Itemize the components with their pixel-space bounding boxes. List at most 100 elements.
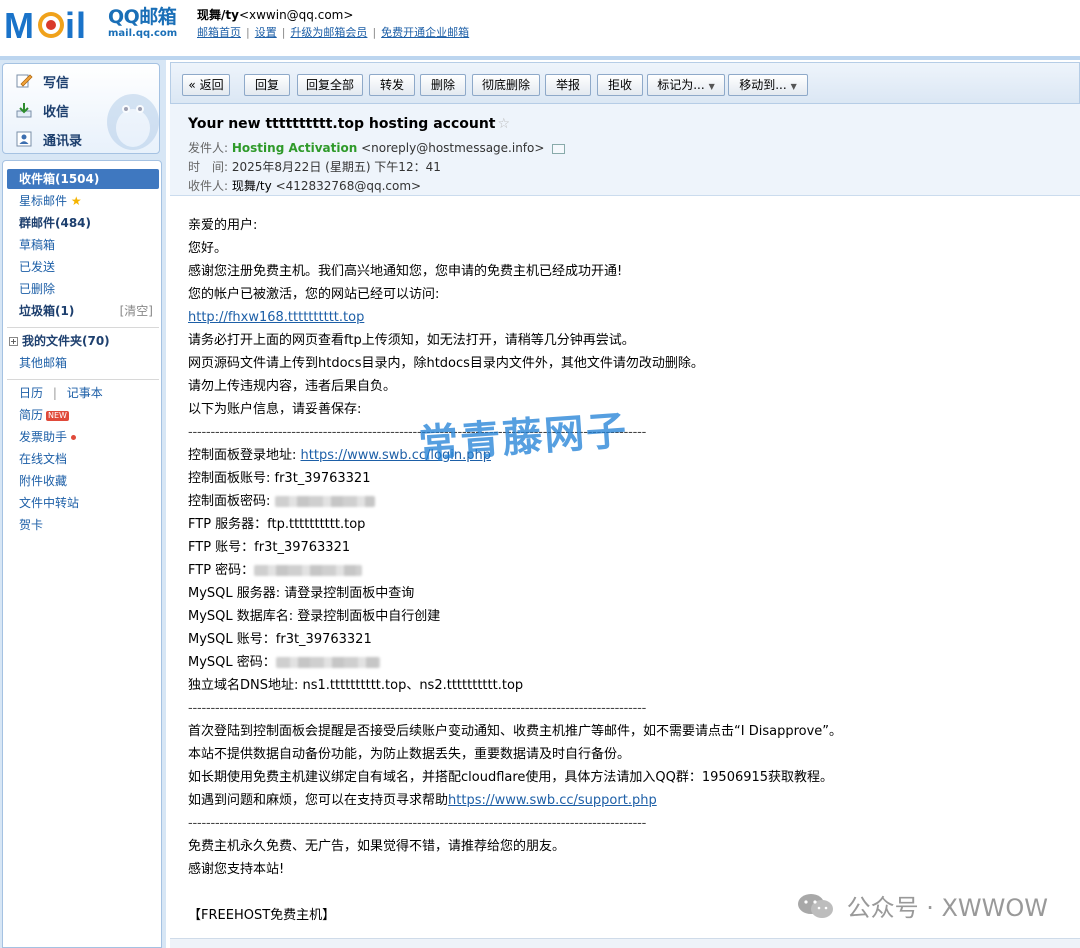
tool-resume[interactable]: 简历 NEW — [7, 405, 159, 425]
chevron-down-icon: ▼ — [790, 82, 797, 91]
mail-view: « 返回 回复 回复全部 转发 删除 彻底删除 举报 拒收 标记为... ▼ 移动… — [170, 62, 1080, 948]
support-link[interactable]: https://www.swb.cc/support.php — [448, 793, 657, 808]
note-support-row: 如遇到问题和麻烦，您可以在支持页寻求帮助https://www.swb.cc/s… — [188, 789, 1068, 812]
mark-as-dropdown[interactable]: 标记为... ▼ — [647, 74, 725, 96]
separator-line: ----------------------------------------… — [188, 701, 647, 716]
compose-button[interactable]: 写信 — [15, 70, 69, 92]
contacts-label: 通讯录 — [43, 133, 83, 149]
folder-inbox[interactable]: 收件箱(1504) — [7, 169, 159, 189]
time-value: 2025年8月22日 (星期五) 下午12：41 — [231, 160, 441, 174]
reject-button[interactable]: 拒收 — [597, 74, 643, 96]
link-settings[interactable]: 设置 — [255, 26, 277, 39]
notification-dot — [71, 435, 77, 440]
link-upgrade[interactable]: 升级为邮箱会员 — [290, 26, 367, 39]
time-label: 时 间: — [188, 160, 229, 174]
forward-button[interactable]: 转发 — [369, 74, 415, 96]
mysql-server: MySQL 服务器: 请登录控制面板中查询 — [188, 586, 415, 601]
ftp-server: FTP 服务器：ftp.tttttttttt.top — [188, 517, 366, 532]
report-button[interactable]: 举报 — [545, 74, 591, 96]
cp-login-link[interactable]: https://www.swb.cc/login.php — [301, 448, 491, 463]
qq-mail-logo[interactable]: M i l — [4, 4, 104, 44]
wechat-account-mark: 公众号 · XWWOW — [797, 888, 1048, 923]
mark-as-label: 标记为... — [657, 78, 705, 92]
body-account-intro: 以下为账户信息，请妥善保存: — [188, 402, 362, 417]
footer-free: 免费主机永久免费、无广告，如果觉得不错，请推荐给您的朋友。 — [188, 839, 566, 854]
user-name: 现舞/ty — [197, 8, 239, 22]
body-thanks: 感谢您注册免费主机。我们高兴地通知您，您申请的免费主机已经成功开通! — [188, 264, 623, 279]
delete-button[interactable]: 删除 — [420, 74, 466, 96]
reply-button[interactable]: 回复 — [244, 74, 290, 96]
sender-email: <noreply@hostmessage.info> — [361, 141, 545, 155]
junk-clear-link[interactable]: [清空] — [120, 301, 153, 321]
sidebar: 写信 收信 通讯录 收件箱(1504) 星标邮件 ★ 群邮件(484) 草稿箱 … — [0, 60, 166, 948]
mysql-account: MySQL 账号：fr3t_39763321 — [188, 632, 372, 647]
tools-calendar-row: 日历 | 记事本 — [19, 386, 103, 400]
cp-account: 控制面板账号: fr3t_39763321 — [188, 471, 371, 486]
inbox-download-icon — [15, 101, 33, 119]
star-toggle-icon[interactable]: ☆ — [498, 116, 511, 132]
ftp-account: FTP 账号：fr3t_39763321 — [188, 540, 351, 555]
mysql-password-row: MySQL 密码： — [188, 651, 1068, 674]
expand-icon[interactable]: + — [9, 337, 18, 346]
user-email: <xwwin@qq.com> — [238, 8, 354, 22]
mail-body: 亲爱的用户: 您好。 感谢您注册免费主机。我们高兴地通知您，您申请的免费主机已经… — [188, 214, 1068, 927]
tool-file-transfer[interactable]: 文件中转站 — [7, 493, 159, 513]
top-links: 邮箱首页 | 设置 | 升级为邮箱会员 | 免费开通企业邮箱 — [197, 26, 470, 39]
to-row: 收件人: 现舞/ty <412832768@qq.com> — [188, 177, 421, 194]
site-link[interactable]: http://fhxw168.tttttttttt.top — [188, 310, 364, 325]
tool-attachments[interactable]: 附件收藏 — [7, 471, 159, 491]
cp-url-row: 控制面板登录地址: https://www.swb.cc/login.php — [188, 444, 1068, 467]
body-hello: 您好。 — [188, 241, 228, 256]
link-mail-home[interactable]: 邮箱首页 — [197, 26, 241, 39]
folder-group[interactable]: 群邮件(484) — [7, 213, 159, 233]
from-label: 发件人: — [188, 141, 229, 155]
notes-link[interactable]: 记事本 — [67, 386, 103, 400]
tool-cards[interactable]: 贺卡 — [7, 515, 159, 535]
quick-actions: 写信 收信 通讯录 — [2, 63, 160, 154]
folder-junk[interactable]: 垃圾箱(1) [清空] — [7, 301, 159, 321]
body-content-warning: 请勿上传违规内容，违者后果自负。 — [188, 379, 397, 394]
sender-name[interactable]: Hosting Activation — [232, 141, 357, 155]
folder-starred-label: 星标邮件 — [19, 194, 68, 208]
recipient-email: <412832768@qq.com> — [275, 179, 422, 193]
folder-divider — [7, 327, 159, 328]
recipient-name[interactable]: 现舞/ty — [232, 179, 272, 193]
back-button[interactable]: « 返回 — [182, 74, 230, 96]
cp-url-label: 控制面板登录地址: — [188, 448, 301, 463]
mail-header: Your new tttttttttt.top hosting account ☆… — [170, 104, 1080, 196]
link-enterprise[interactable]: 免费开通企业邮箱 — [381, 26, 469, 39]
body-greeting: 亲爱的用户: — [188, 218, 258, 233]
move-to-label: 移动到... — [739, 78, 787, 92]
logo-url: mail.qq.com — [108, 28, 178, 39]
redacted-password — [254, 565, 363, 576]
tool-docs[interactable]: 在线文档 — [7, 449, 159, 469]
penguin-icon — [107, 94, 159, 150]
compose-label: 写信 — [43, 75, 70, 91]
footer-thanks: 感谢您支持本站! — [188, 862, 285, 877]
folder-drafts[interactable]: 草稿箱 — [7, 235, 159, 255]
folder-divider — [7, 379, 159, 380]
pencil-icon — [15, 72, 33, 90]
move-to-dropdown[interactable]: 移动到... ▼ — [728, 74, 808, 96]
reply-all-button[interactable]: 回复全部 — [297, 74, 363, 96]
folder-my-folders[interactable]: + 我的文件夹(70) — [7, 331, 159, 351]
tool-invoice[interactable]: 发票助手 — [7, 427, 159, 447]
to-label: 收件人: — [188, 179, 229, 193]
folder-starred[interactable]: 星标邮件 ★ — [7, 191, 159, 211]
cp-password-row: 控制面板密码: — [188, 490, 1068, 513]
delete-permanently-button[interactable]: 彻底删除 — [472, 74, 540, 96]
subject-text: Your new tttttttttt.top hosting account — [188, 116, 496, 132]
contacts-button[interactable]: 通讯录 — [15, 128, 82, 150]
bottom-scrollbar[interactable] — [170, 938, 1080, 948]
folder-sent[interactable]: 已发送 — [7, 257, 159, 277]
dns-servers: 独立域名DNS地址: ns1.tttttttttt.top、ns2.tttttt… — [188, 678, 524, 693]
contact-card-icon[interactable] — [552, 143, 566, 154]
folder-deleted[interactable]: 已删除 — [7, 279, 159, 299]
resume-label: 简历 — [19, 408, 44, 422]
calendar-link[interactable]: 日历 — [19, 386, 43, 400]
contacts-icon — [15, 130, 33, 148]
mail-toolbar: « 返回 回复 回复全部 转发 删除 彻底删除 举报 拒收 标记为... ▼ 移动… — [170, 62, 1080, 104]
logo-text: QQ邮箱 mail.qq.com — [108, 6, 177, 40]
receive-button[interactable]: 收信 — [15, 99, 69, 121]
folder-other[interactable]: 其他邮箱 — [7, 353, 159, 373]
